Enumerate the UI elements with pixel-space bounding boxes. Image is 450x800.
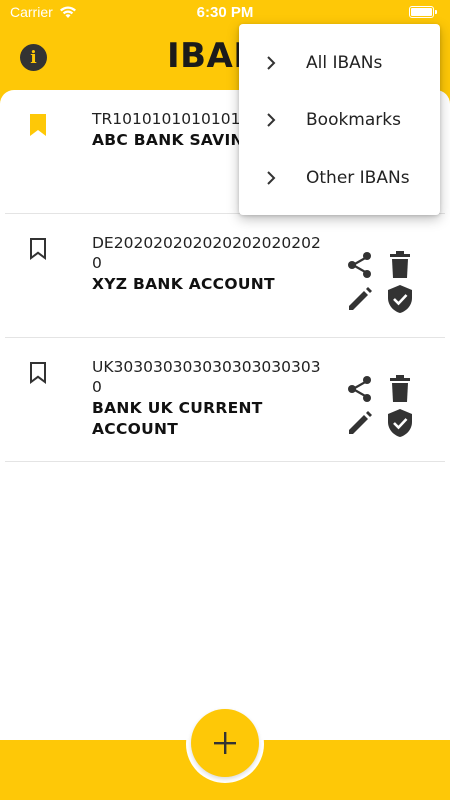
chevron-right-icon bbox=[263, 55, 306, 71]
iban-number: DE2020202020202020202020 bbox=[92, 234, 321, 272]
delete-icon[interactable] bbox=[385, 374, 415, 404]
share-icon[interactable] bbox=[345, 374, 375, 404]
edit-icon[interactable] bbox=[345, 408, 375, 438]
account-name: BANK UK CURRENT ACCOUNT bbox=[92, 399, 263, 438]
verify-shield-icon[interactable] bbox=[385, 284, 415, 314]
bookmark-outline-icon[interactable] bbox=[28, 362, 48, 384]
battery-icon bbox=[409, 6, 437, 18]
edit-icon[interactable] bbox=[345, 284, 375, 314]
filter-menu: All IBANs Bookmarks Other IBANs bbox=[239, 24, 440, 215]
menu-item[interactable]: Other IBANs bbox=[239, 149, 440, 207]
menu-item-label: Bookmarks bbox=[306, 110, 401, 131]
menu-item[interactable]: All IBANs bbox=[239, 34, 440, 92]
iban-card[interactable]: DE2020202020202020202020 XYZ BANK ACCOUN… bbox=[5, 214, 445, 338]
share-icon[interactable] bbox=[345, 250, 375, 280]
iban-actions bbox=[345, 374, 419, 440]
delete-icon[interactable] bbox=[385, 250, 415, 280]
status-bar: Carrier 6:30 PM bbox=[0, 0, 450, 24]
add-iban-button[interactable] bbox=[191, 709, 259, 777]
iban-details: DE2020202020202020202020 XYZ BANK ACCOUN… bbox=[92, 233, 322, 295]
iban-number: UK3030303030303030303030 bbox=[92, 358, 321, 396]
iban-details: UK3030303030303030303030 BANK UK CURRENT… bbox=[92, 357, 322, 440]
bookmark-filled-icon[interactable] bbox=[28, 114, 48, 136]
verify-shield-icon[interactable] bbox=[385, 408, 415, 438]
account-name: XYZ BANK ACCOUNT bbox=[92, 275, 275, 293]
menu-item[interactable]: Bookmarks bbox=[239, 92, 440, 150]
iban-actions bbox=[345, 250, 419, 316]
plus-icon bbox=[214, 732, 236, 754]
chevron-right-icon bbox=[263, 112, 306, 128]
iban-card[interactable]: UK3030303030303030303030 BANK UK CURRENT… bbox=[5, 338, 445, 462]
bookmark-outline-icon[interactable] bbox=[28, 238, 48, 260]
chevron-right-icon bbox=[263, 170, 306, 186]
menu-item-label: All IBANs bbox=[306, 52, 383, 73]
status-time: 6:30 PM bbox=[196, 3, 254, 21]
menu-item-label: Other IBANs bbox=[306, 167, 410, 188]
